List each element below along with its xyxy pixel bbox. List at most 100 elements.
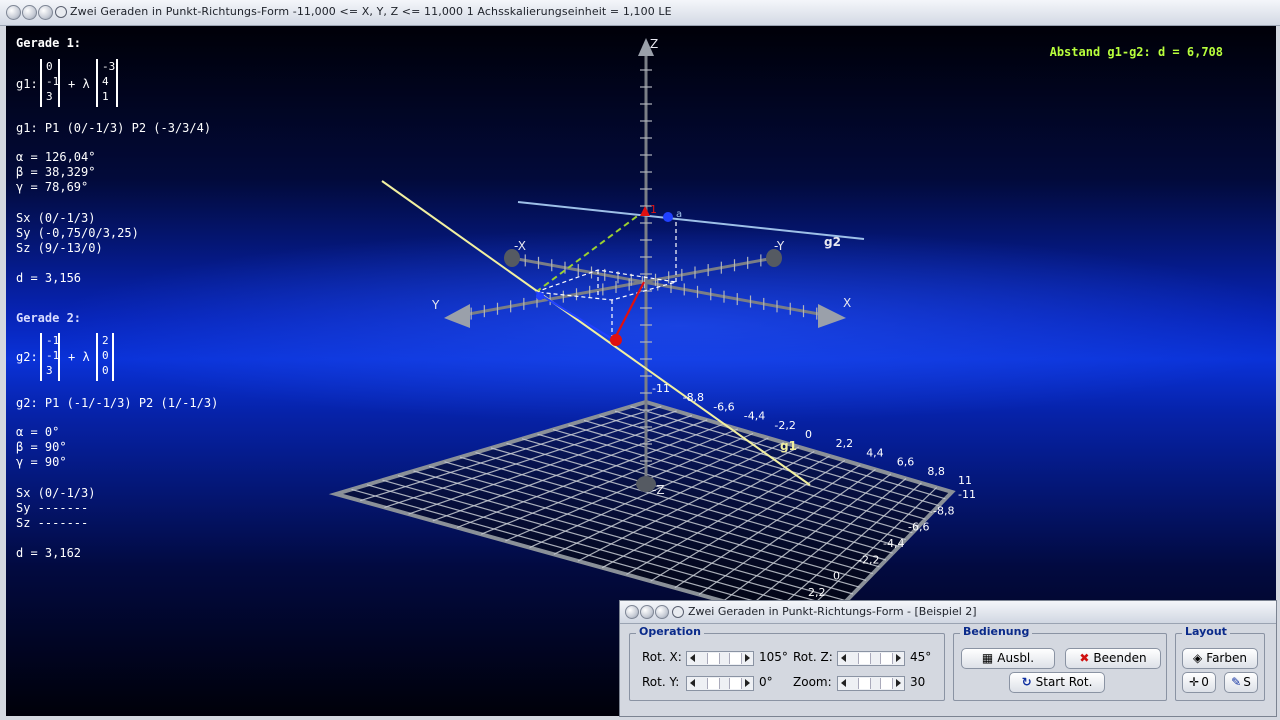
line-g2 [517, 201, 865, 240]
window-title: Zwei Geraden in Punkt-Richtungs-Form -11… [70, 5, 672, 18]
panel-app-icon [672, 606, 684, 618]
window-minimize-button[interactable] [22, 5, 37, 20]
farben-button[interactable]: ◈ Farben [1182, 648, 1258, 669]
zoom-left-arrow[interactable] [841, 679, 846, 687]
label-z: Z [650, 37, 658, 51]
label-neg-x: -X [514, 239, 526, 253]
window-close-button[interactable] [6, 5, 21, 20]
grid-label-right: -2,2 [858, 553, 879, 566]
label-y: Y [431, 298, 440, 312]
g2-point-vector: -1 -1 3 [40, 333, 60, 381]
window-maximize-button[interactable] [38, 5, 53, 20]
beenden-label: Beenden [1093, 651, 1147, 665]
layout-label: Layout [1182, 625, 1230, 638]
label-neg-z: -Z [652, 483, 665, 497]
zoom-slider[interactable] [837, 676, 905, 691]
rot-x-left-arrow[interactable] [690, 654, 695, 662]
grid-label-near: 8,8 [927, 465, 945, 478]
rot-x-thumb[interactable] [707, 653, 720, 664]
rot-z-thumb[interactable] [858, 653, 871, 664]
red-cone [640, 206, 650, 216]
panel-maximize-button[interactable] [655, 605, 669, 619]
s-button[interactable]: ✎ S [1224, 672, 1258, 693]
grid-label-near: 11 [958, 474, 972, 487]
zero-label: 0 [1201, 675, 1209, 689]
g1-distance: d = 3,156 [16, 271, 82, 285]
rot-z-right-arrow[interactable] [896, 654, 901, 662]
zero-button[interactable]: ✛ 0 [1182, 672, 1216, 693]
rot-x-label: Rot. X: [642, 650, 682, 664]
distance-label: Abstand g1-g2: d = 6,708 [1049, 45, 1223, 59]
rot-y-thumb-b[interactable] [729, 678, 742, 689]
rot-y-left-arrow[interactable] [690, 679, 695, 687]
beenden-button[interactable]: ✖ Beenden [1065, 648, 1161, 669]
zoom-thumb-b[interactable] [880, 678, 893, 689]
s-label: S [1243, 675, 1251, 689]
grid-label-near: 2,2 [836, 437, 854, 450]
rot-x-thumb-b[interactable] [729, 653, 742, 664]
grid-label-right: 0 [833, 570, 840, 583]
grid-label-right: -8,8 [933, 504, 954, 517]
grid-label-near: 0 [805, 428, 812, 441]
g1-direction-vector: -3 4 1 [96, 59, 118, 107]
rot-x-right-arrow[interactable] [745, 654, 750, 662]
zoom-value: 30 [910, 675, 926, 689]
farben-label: Farben [1206, 651, 1247, 665]
xy-axis-ticks [470, 254, 818, 320]
start-rot-label: Start Rot. [1035, 675, 1093, 689]
rot-y-right-arrow[interactable] [745, 679, 750, 687]
grid-label-right: 2,2 [808, 586, 826, 599]
grid-label-near: 6,6 [897, 456, 915, 469]
g1-sy: Sy (-0,75/0/3,25) [16, 226, 139, 240]
floor-plate [328, 399, 956, 631]
operation-label: Operation [636, 625, 704, 638]
label-g2: g2 [824, 235, 841, 249]
title-bar: Zwei Geraden in Punkt-Richtungs-Form -11… [0, 0, 1280, 26]
g2-gamma: γ = 90° [16, 455, 67, 469]
rot-z-thumb-b[interactable] [880, 653, 893, 664]
blue-point-g2 [663, 212, 673, 222]
rot-z-value: 45° [910, 650, 932, 664]
red-point [610, 334, 622, 346]
panel-minimize-button[interactable] [640, 605, 654, 619]
panel-close-button[interactable] [625, 605, 639, 619]
floor-grid [328, 399, 956, 631]
rot-x-slider[interactable] [686, 651, 754, 666]
rot-y-label: Rot. Y: [642, 675, 680, 689]
g2-distance: d = 3,162 [16, 546, 82, 560]
grid-label-near: -6,6 [713, 400, 734, 413]
g2-beta: β = 90° [16, 440, 67, 454]
bedienung-group: Bedienung ▦ Ausbl. ✖ Beenden ↻ Start Rot. [953, 625, 1167, 701]
g1-plus-lambda: + λ [68, 77, 90, 91]
window-border-left [0, 26, 6, 720]
grid-label-near: 4,4 [866, 446, 884, 459]
g1-points: g1: P1 (0/-1/3) P2 (-3/3/4) [16, 121, 212, 135]
layout-group: Layout ◈ Farben ✛ 0 ✎ S [1175, 625, 1265, 701]
g2-alpha: α = 0° [16, 425, 60, 439]
rot-z-label: Rot. Z: [793, 650, 833, 664]
g1-beta: β = 38,329° [16, 165, 96, 179]
ausbl-button[interactable]: ▦ Ausbl. [961, 648, 1055, 669]
control-panel: Zwei Geraden in Punkt-Richtungs-Form - [… [619, 600, 1277, 717]
rot-z-slider[interactable] [837, 651, 905, 666]
zoom-right-arrow[interactable] [896, 679, 901, 687]
rot-z-left-arrow[interactable] [841, 654, 846, 662]
g2-direction-vector: 2 0 0 [96, 333, 114, 381]
grid-label-near: -2,2 [774, 419, 795, 432]
grid-label-near: -11 [652, 382, 670, 395]
label-g1: g1 [780, 439, 797, 453]
g2-sy: Sy ------- [16, 501, 89, 515]
rot-y-thumb[interactable] [707, 678, 720, 689]
bedienung-label: Bedienung [960, 625, 1033, 638]
g1-sz: Sz (9/-13/0) [16, 241, 103, 255]
paint-bucket-icon: ◈ [1193, 651, 1203, 665]
start-rot-button[interactable]: ↻ Start Rot. [1009, 672, 1105, 693]
rot-y-slider[interactable] [686, 676, 754, 691]
g1-point-vector: 0 -1 3 [40, 59, 60, 107]
zoom-thumb[interactable] [858, 678, 871, 689]
panel-title-bar: Zwei Geraden in Punkt-Richtungs-Form - [… [620, 601, 1276, 624]
label-a: a [676, 209, 682, 220]
y-axis-arrow [444, 304, 470, 328]
blue-point [536, 292, 544, 300]
label-x: X [843, 296, 851, 310]
